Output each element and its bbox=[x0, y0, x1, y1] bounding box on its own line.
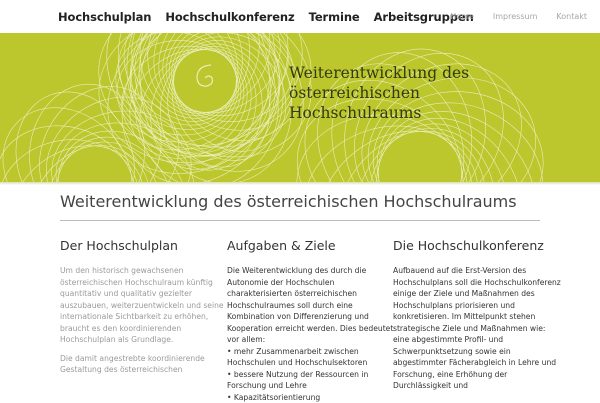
column-hochschulplan: Der Hochschulplan Um den historisch gewa… bbox=[60, 238, 228, 383]
meta-kontakt-link[interactable]: Kontakt bbox=[556, 12, 587, 21]
nav-hochschulkonferenz[interactable]: Hochschulkonferenz bbox=[165, 10, 294, 24]
column-aufgaben-ziele: Aufgaben & Ziele Die Weiterentwicklung d… bbox=[227, 238, 395, 403]
nav-termine[interactable]: Termine bbox=[309, 10, 360, 24]
column-title: Aufgaben & Ziele bbox=[227, 238, 395, 253]
hero-banner: Weiterentwicklung des österreichischen H… bbox=[0, 33, 600, 182]
meta-home-link[interactable]: Home bbox=[450, 12, 474, 21]
column-paragraph: Um den historisch gewachsenen österreich… bbox=[60, 265, 228, 346]
column-paragraph: Die Weiterentwicklung des durch die Auto… bbox=[227, 265, 395, 346]
list-item: • mehr Zusammenarbeit zwischen Hochschul… bbox=[227, 346, 395, 369]
meta-nav: Home Impressum Kontakt bbox=[431, 12, 587, 21]
page-title: Weiterentwicklung des österreichischen H… bbox=[60, 192, 540, 221]
nav-hochschulplan[interactable]: Hochschulplan bbox=[58, 10, 151, 24]
list-item: • bessere Nutzung der Ressourcen in Fors… bbox=[227, 369, 395, 392]
banner-title: Weiterentwicklung des österreichischen H… bbox=[289, 63, 529, 123]
main-nav: Hochschulplan Hochschulkonferenz Termine… bbox=[58, 10, 488, 24]
top-navigation: Hochschulplan Hochschulkonferenz Termine… bbox=[0, 0, 600, 33]
column-paragraph: Aufbauend auf die Erst-Version des Hochs… bbox=[393, 265, 561, 392]
list-item: • Kapazitätsorientierung bbox=[227, 392, 395, 403]
column-hochschulkonferenz: Die Hochschulkonferenz Aufbauend auf die… bbox=[393, 238, 561, 399]
column-paragraph: Die damit angestrebte koordinierende Ges… bbox=[60, 353, 228, 376]
meta-impressum-link[interactable]: Impressum bbox=[493, 12, 537, 21]
column-title: Die Hochschulkonferenz bbox=[393, 238, 561, 253]
banner-divider bbox=[0, 182, 600, 185]
column-title: Der Hochschulplan bbox=[60, 238, 228, 253]
